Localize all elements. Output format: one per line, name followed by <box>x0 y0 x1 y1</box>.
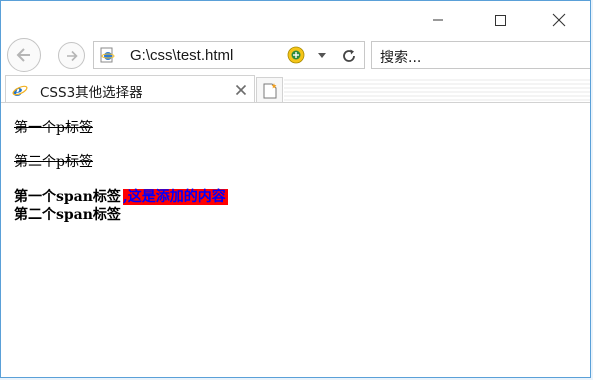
forward-button[interactable] <box>58 42 85 69</box>
search-box[interactable]: 搜索... <box>371 41 590 69</box>
chevron-down-icon[interactable] <box>317 52 327 60</box>
span-line-2: 第二个span标签 <box>14 206 121 224</box>
page-icon <box>100 47 115 63</box>
paragraph-2: 第二个p标签 <box>14 154 93 170</box>
maximize-button[interactable] <box>477 9 523 31</box>
browser-window: G:\css\test.html 搜索... e CSS3其他选择器 第一个p标… <box>0 0 591 378</box>
close-icon <box>552 13 566 27</box>
page-content: 第一个p标签 第二个p标签 第一个span标签 ,这是添加的内容 第二个span标… <box>14 115 590 377</box>
ie-logo-icon: e <box>12 82 28 98</box>
maximize-icon <box>495 15 506 26</box>
navigation-bar: G:\css\test.html 搜索... <box>1 37 590 73</box>
paragraph-1: 第一个p标签 <box>14 120 93 136</box>
added-content: ,这是添加的内容 <box>122 189 228 205</box>
back-button[interactable] <box>7 38 41 72</box>
search-input[interactable]: 搜索... <box>380 47 421 67</box>
tab-close-icon[interactable] <box>235 84 247 96</box>
refresh-icon <box>343 49 355 62</box>
tab-title: CSS3其他选择器 <box>40 85 143 101</box>
tab-bar-background <box>284 79 590 103</box>
address-text[interactable]: G:\css\test.html <box>130 47 233 64</box>
span-2: 第二个span标签 <box>14 207 121 223</box>
refresh-button[interactable] <box>338 45 360 67</box>
forward-arrow-icon <box>66 50 78 61</box>
minimize-button[interactable] <box>415 9 461 31</box>
compatibility-view-icon[interactable] <box>287 46 305 64</box>
tab-bar-divider <box>1 102 590 103</box>
new-tab-button[interactable] <box>256 77 283 103</box>
span-1: 第一个span标签 <box>14 189 121 205</box>
close-window-button[interactable] <box>536 9 582 31</box>
tab-active[interactable]: e CSS3其他选择器 <box>5 75 255 103</box>
minimize-icon <box>433 19 443 21</box>
new-tab-icon <box>263 82 276 98</box>
back-arrow-icon <box>16 48 30 62</box>
tab-bar: e CSS3其他选择器 <box>1 73 590 103</box>
title-bar <box>1 1 590 37</box>
span-line-1: 第一个span标签 ,这是添加的内容 <box>14 188 228 206</box>
address-bar[interactable]: G:\css\test.html <box>93 41 365 69</box>
